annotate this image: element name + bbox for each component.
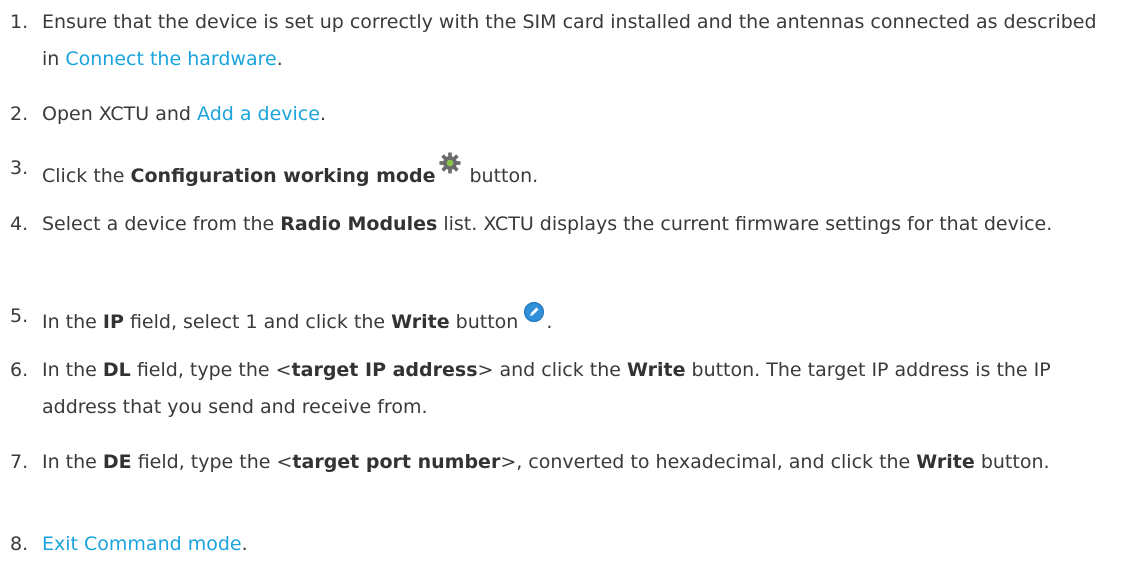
target-ip-address-label: target IP address <box>291 359 478 381</box>
write-label: Write <box>916 451 975 473</box>
exit-command-mode-link[interactable]: Exit Command mode <box>42 533 242 555</box>
add-device-link[interactable]: Add a device <box>197 103 320 125</box>
step-text-part: > and click the <box>477 359 627 381</box>
step-text-part: In the <box>42 451 103 473</box>
step-text-part: button. <box>974 451 1050 473</box>
step-number: 6. <box>10 359 29 381</box>
step-text: In the DE field, type the <target port n… <box>42 444 1097 481</box>
step-text-part: . <box>276 48 283 70</box>
step-number: 1. <box>10 11 29 33</box>
step-text-part: field, select 1 and click the <box>123 311 392 333</box>
step-text-part: . <box>546 311 553 333</box>
step-text-part: . <box>241 533 248 555</box>
ip-field-label: IP <box>102 311 124 333</box>
step-text-part: . <box>319 103 326 125</box>
radio-modules-label: Radio Modules <box>280 213 438 235</box>
dl-field-label: DL <box>102 359 131 381</box>
step-text: Exit Command mode. <box>42 526 1097 563</box>
step-text-part: button. <box>469 165 539 187</box>
de-field-label: DE <box>102 451 132 473</box>
step-number: 7. <box>10 451 29 473</box>
write-label: Write <box>391 311 450 333</box>
step-text-part: field, type the < <box>131 451 293 473</box>
step-text-part: list. XCTU displays the current firmware… <box>437 213 1053 235</box>
write-label: Write <box>626 359 686 381</box>
step-text-part: In the <box>42 359 103 381</box>
step-text: In the IP field, select 1 and click the … <box>42 298 1097 341</box>
step-text: Open XCTU and Add a device. <box>42 96 1097 133</box>
step-text-part: In the <box>42 311 103 333</box>
step-text: In the DL field, type the <target IP add… <box>42 352 1097 426</box>
target-port-number-label: target port number <box>292 451 501 473</box>
step-text: Select a device from the Radio Modules l… <box>42 206 1097 243</box>
step-text: Click the Configuration working mode butt… <box>42 150 1097 195</box>
step-number: 8. <box>10 533 29 555</box>
step-number: 2. <box>10 103 29 125</box>
step-number: 5. <box>10 305 29 327</box>
step-number: 4. <box>10 213 29 235</box>
step-text-part: button <box>449 311 519 333</box>
step-text-part: Select a device from the <box>42 213 281 235</box>
step-text-part: >, converted to hexadecimal, and click t… <box>500 451 917 473</box>
step-text-part: Click the <box>42 165 131 187</box>
step-number: 3. <box>10 157 29 179</box>
connect-hardware-link[interactable]: Connect the hardware <box>65 48 276 70</box>
configuration-working-mode-label: Configuration working mode <box>130 165 436 187</box>
gear-icon <box>439 150 462 174</box>
step-text: Ensure that the device is set up correct… <box>42 4 1097 78</box>
step-text-part: field, type the < <box>130 359 292 381</box>
write-icon <box>524 298 545 322</box>
step-text-part: Open XCTU and <box>42 103 198 125</box>
